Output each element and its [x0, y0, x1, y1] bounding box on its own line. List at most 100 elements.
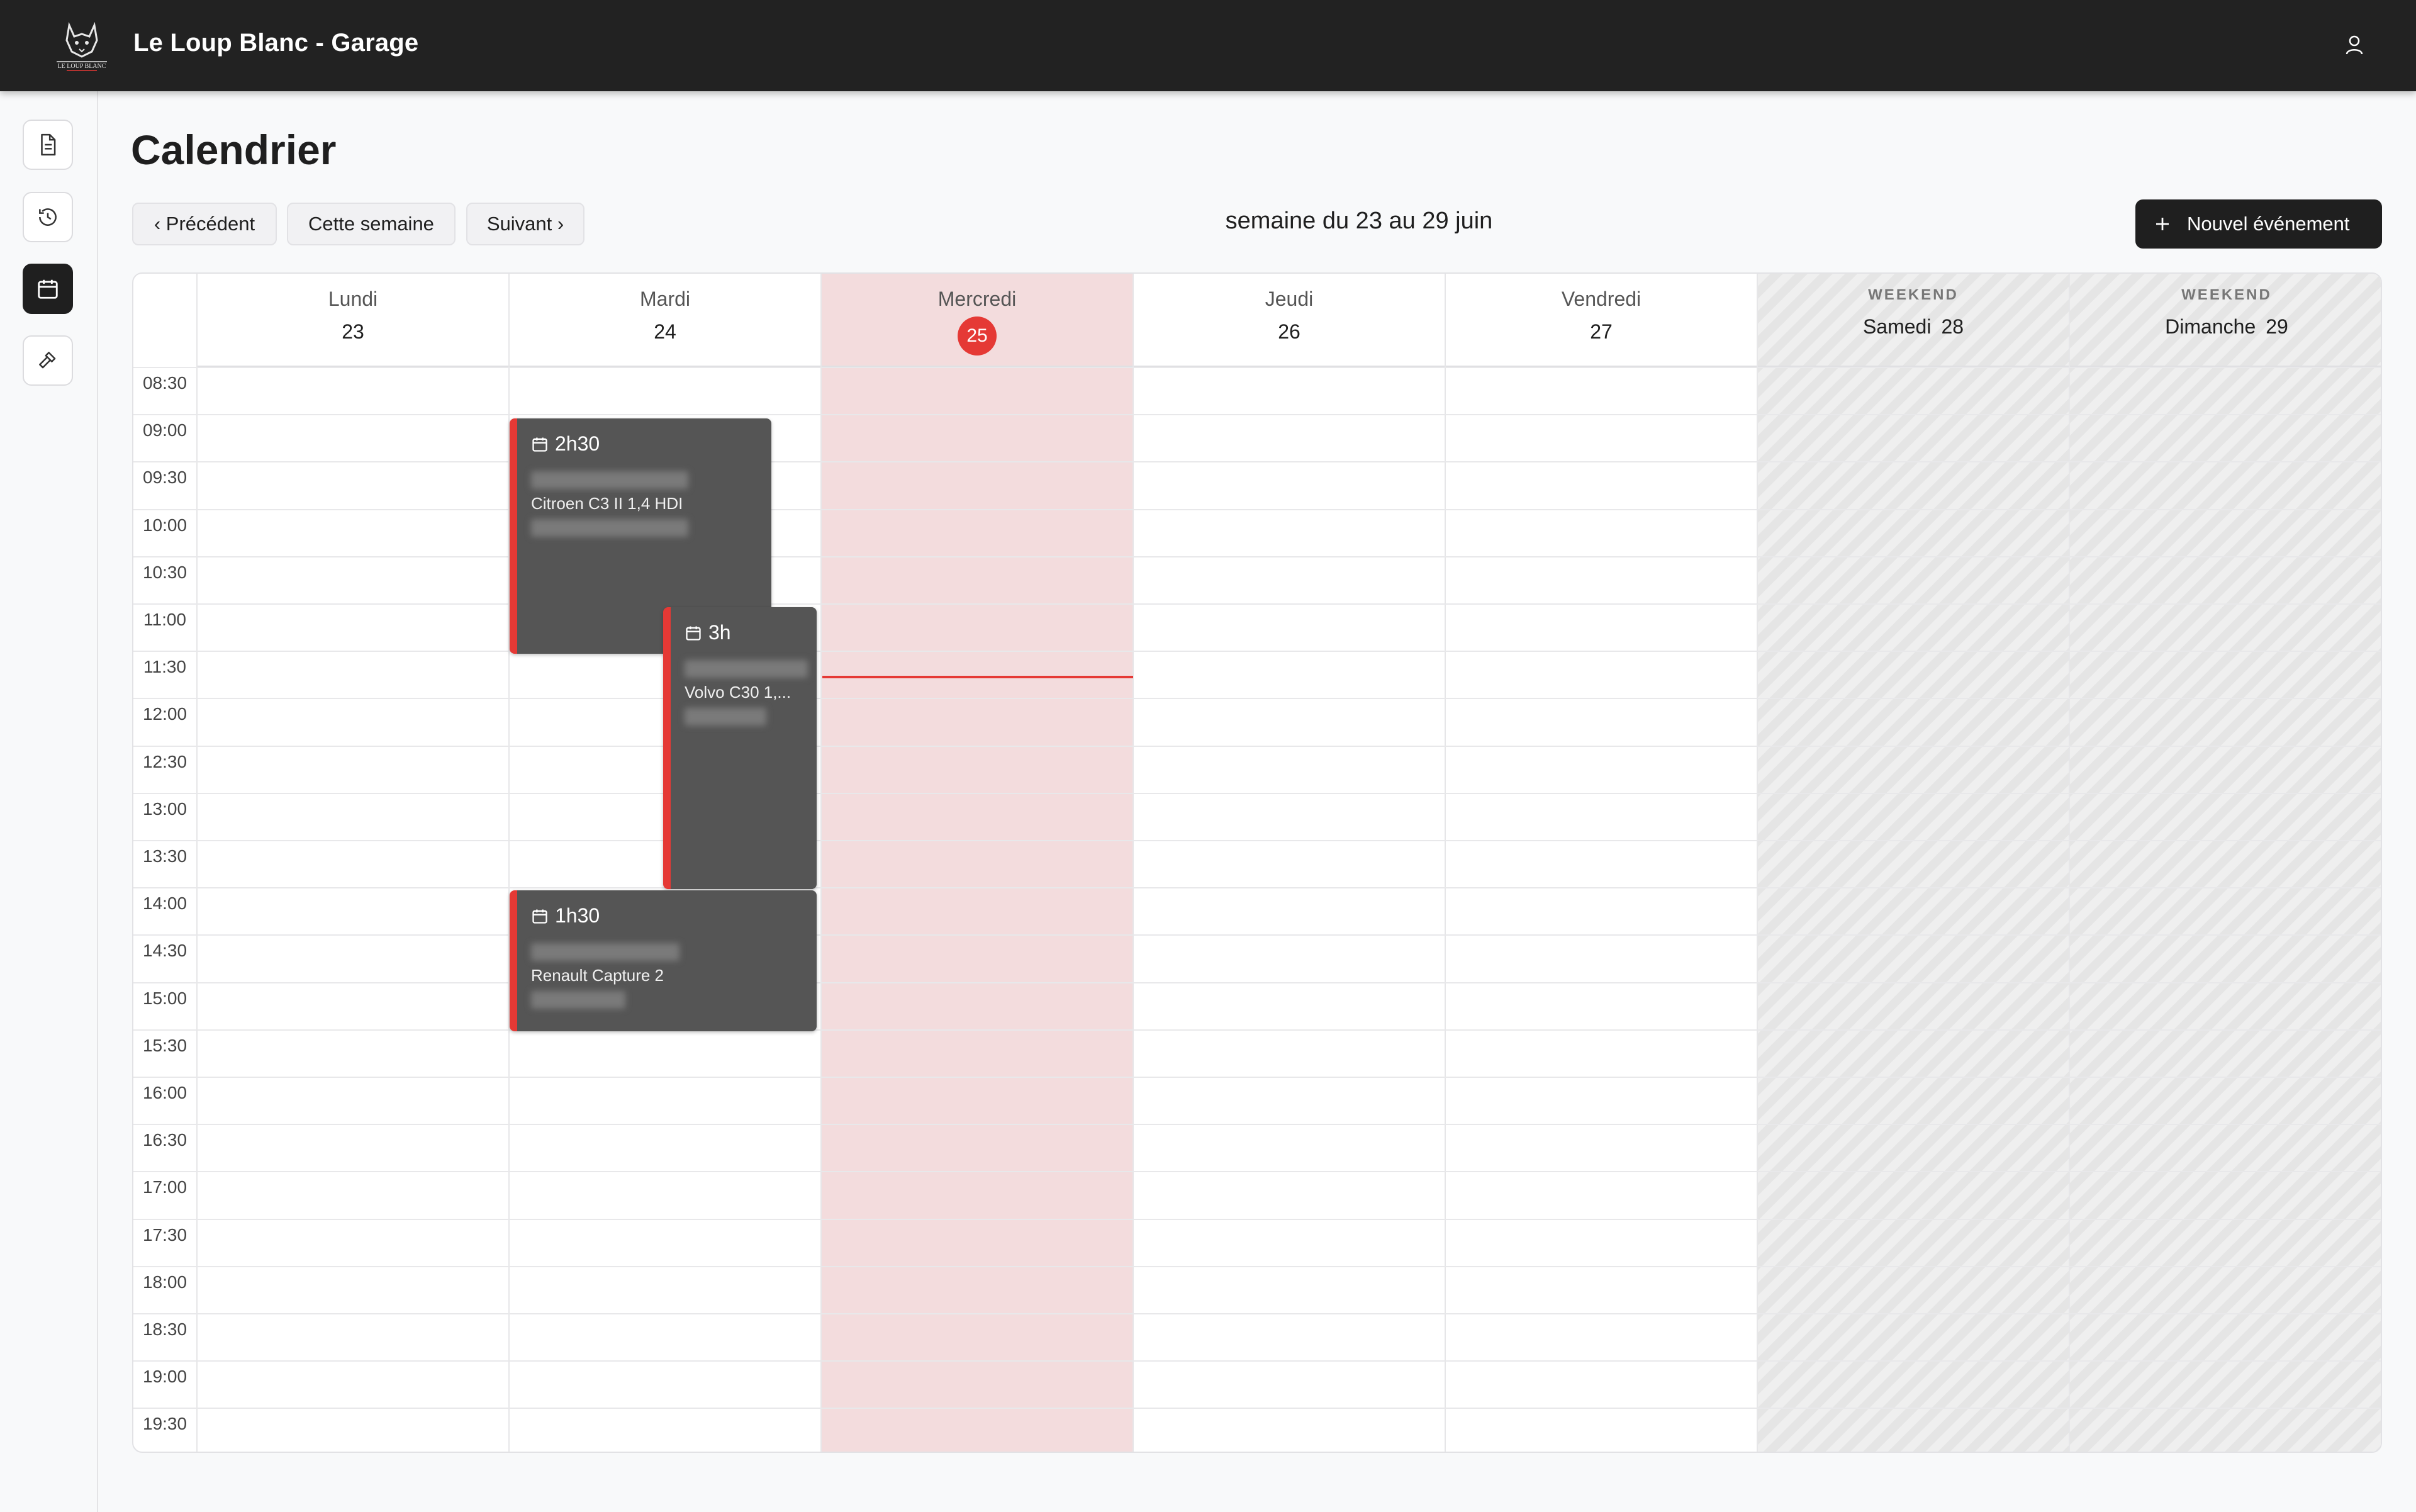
- time-label: 19:30: [142, 1414, 187, 1434]
- day-header: Vendredi 27: [1446, 274, 1757, 367]
- calendar-icon: [532, 437, 547, 452]
- day-header: Lundi 23: [198, 274, 508, 367]
- slot-divider: [133, 1077, 2381, 1078]
- time-label: 12:30: [142, 751, 187, 771]
- time-label: 11:00: [143, 610, 186, 629]
- sidebar-item-tools[interactable]: [23, 335, 73, 386]
- time-label: 13:00: [142, 798, 187, 819]
- day-header: WEEKEND Dimanche 29: [2070, 274, 2381, 367]
- slot-divider: [133, 1171, 2381, 1173]
- redacted-customer: [531, 943, 680, 961]
- slot-divider: [133, 1218, 2381, 1220]
- this-week-button[interactable]: Cette semaine: [287, 203, 456, 245]
- slot-divider: [133, 508, 2381, 510]
- hammer-icon: [39, 352, 56, 369]
- day-column-saturday[interactable]: WEEKEND Samedi 28: [1757, 274, 2069, 1452]
- slot-divider: [133, 934, 2381, 936]
- event-duration: 2h30: [555, 432, 600, 455]
- week-range-label: semaine du 23 au 29 juin: [1225, 208, 1493, 234]
- redacted-plate: [685, 708, 766, 725]
- time-label: 14:00: [142, 893, 187, 914]
- time-label: 16:30: [142, 1130, 187, 1150]
- slot-divider: [133, 1029, 2381, 1031]
- redacted-plate: [531, 991, 625, 1009]
- day-number: 28: [1941, 315, 1964, 338]
- slot-divider: [133, 1124, 2381, 1126]
- day-column-friday[interactable]: Vendredi 27: [1445, 274, 1757, 1452]
- history-icon: [39, 208, 57, 226]
- day-name: Jeudi: [1265, 288, 1314, 310]
- day-column-sunday[interactable]: WEEKEND Dimanche 29: [2069, 274, 2381, 1452]
- sidebar-item-documents[interactable]: [23, 120, 73, 170]
- redacted-plate: [531, 519, 688, 537]
- time-label: 18:00: [142, 1272, 187, 1292]
- redacted-customer: [685, 660, 808, 678]
- day-name: Mercredi: [937, 288, 1017, 310]
- time-label: 13:30: [142, 846, 187, 866]
- day-header: WEEKEND Samedi 28: [1758, 274, 2069, 367]
- day-name: Lundi: [328, 288, 378, 310]
- app-title: Le Loup Blanc - Garage: [133, 29, 419, 57]
- event-vehicle: Volvo C30 1,...: [685, 683, 791, 702]
- slot-divider: [133, 1408, 2381, 1409]
- slot-divider: [133, 982, 2381, 983]
- day-number: 24: [654, 320, 676, 343]
- slot-divider: [133, 603, 2381, 605]
- calendar-icon: [38, 279, 58, 299]
- next-week-button[interactable]: Suivant ›: [466, 203, 584, 245]
- redacted-customer: [531, 471, 688, 489]
- sidebar-item-calendar[interactable]: [23, 264, 73, 314]
- weekend-tag: WEEKEND: [2181, 286, 2272, 303]
- time-label: 17:30: [142, 1224, 187, 1245]
- day-name: Samedi: [1862, 315, 1932, 338]
- time-label: 18:30: [142, 1319, 187, 1339]
- day-number: 26: [1278, 320, 1300, 343]
- day-column-monday[interactable]: Lundi 23: [196, 274, 508, 1452]
- day-name: Vendredi: [1561, 288, 1641, 310]
- time-label: 08:30: [142, 373, 187, 393]
- slot-divider: [133, 414, 2381, 416]
- slot-divider: [133, 1360, 2381, 1362]
- day-column-wednesday[interactable]: Mercredi 25: [820, 274, 1132, 1452]
- event-vehicle: Renault Capture 2: [531, 966, 664, 985]
- time-label: 10:30: [142, 562, 187, 582]
- day-column-thursday[interactable]: Jeudi 26: [1132, 274, 1445, 1452]
- week-calendar: Lundi 23 Mardi 24 Mercredi 25 Jeudi 26 V…: [132, 272, 2382, 1453]
- slot-divider: [133, 1313, 2381, 1314]
- time-label: 11:30: [143, 657, 186, 677]
- time-label: 19:00: [142, 1367, 187, 1387]
- slot-divider: [133, 556, 2381, 557]
- day-header: Mardi 24: [510, 274, 820, 367]
- slot-divider: [133, 651, 2381, 652]
- slot-divider: [133, 367, 2381, 368]
- calendar-icon: [532, 909, 547, 924]
- time-label: 17:00: [142, 1177, 187, 1197]
- time-label: 10:00: [142, 515, 187, 535]
- day-header: Jeudi 26: [1134, 274, 1445, 367]
- slot-divider: [133, 745, 2381, 747]
- previous-week-button[interactable]: ‹ Précédent: [132, 203, 277, 245]
- day-name: Dimanche: [2165, 315, 2256, 338]
- event-duration: 3h: [708, 621, 731, 644]
- document-icon: [41, 133, 56, 156]
- slot-divider: [133, 461, 2381, 463]
- time-label: 09:30: [142, 468, 187, 488]
- event-card[interactable]: 1h30 Renault Capture 2: [510, 890, 817, 1031]
- time-label: 14:30: [142, 941, 187, 961]
- wolf-logo[interactable]: LE LOUP BLANC: [50, 19, 113, 73]
- time-label: 12:00: [142, 704, 187, 724]
- sidebar-item-history[interactable]: [23, 192, 73, 242]
- event-card[interactable]: 3h Volvo C30 1,...: [663, 607, 817, 889]
- slot-divider: [133, 840, 2381, 841]
- svg-text:LE LOUP BLANC: LE LOUP BLANC: [58, 63, 106, 70]
- weekend-tag: WEEKEND: [1868, 286, 1959, 303]
- new-event-label: Nouvel événement: [2187, 213, 2350, 235]
- plus-icon: [2153, 215, 2172, 233]
- day-number: 23: [342, 320, 364, 343]
- user-icon[interactable]: [2340, 31, 2368, 59]
- new-event-button[interactable]: Nouvel événement: [2135, 199, 2382, 249]
- time-label: 15:30: [142, 1035, 187, 1055]
- today-badge: 25: [958, 316, 997, 356]
- time-label: 16:00: [142, 1083, 187, 1102]
- day-name: Mardi: [639, 288, 690, 310]
